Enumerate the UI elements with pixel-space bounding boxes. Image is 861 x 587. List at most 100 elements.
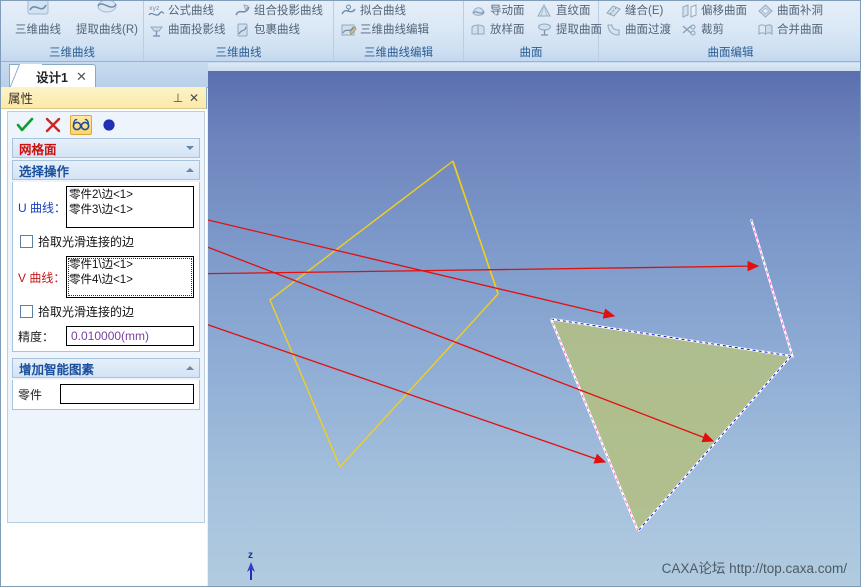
ribbon-item-wrap-curve[interactable]: 包裹曲线 [234,22,300,38]
ribbon-item-loft-surface[interactable]: 放样面 [470,22,525,38]
svg-text:xyz: xyz [149,5,159,12]
ribbon-item-label: 缝合(E) [625,5,664,17]
part-label: 零件 [18,387,43,402]
list-item[interactable]: 零件2\边<1> [69,188,191,203]
ribbon-item-formula-curve[interactable]: xyz 公式曲线 [148,3,214,19]
list-item[interactable]: 零件4\边<1> [69,273,191,288]
u-curve-row: U 曲线： 零件2\边<1> 零件3\边<1> [18,186,194,228]
formula-curve-icon: xyz [148,3,165,19]
ribbon-item-extract-surface[interactable]: 提取曲面 [536,22,602,38]
ribbon-item-label: 提取曲面 [556,24,602,36]
extract-surface-icon [536,22,553,38]
v-smooth-edge-label: 拾取光滑连接的边 [38,305,135,319]
3d-curve-icon [23,1,53,23]
ribbon-item-fit-curve[interactable]: 拟合曲线 [340,3,406,19]
ribbon-group-surface: 导动面 放样面 直纹面 提取曲面 曲面 [464,1,602,61]
ribbon-item-sweep-surface[interactable]: 导动面 [470,3,525,19]
ribbon-item-label: 裁剪 [701,24,724,36]
ribbon-item-label: 提取曲线(R) [76,24,138,36]
property-panel-titlebar: 属性 ⊥ ✕ [1,87,206,109]
v-curve-listbox[interactable]: 零件1\边<1> 零件4\边<1> [66,256,194,298]
section-body-select-operation: U 曲线： 零件2\边<1> 零件3\边<1> 拾取光滑连接的边 V 曲线： 零… [12,182,200,352]
ribbon-item-label: 三维曲线 [15,24,61,36]
ribbon-item-label: 包裹曲线 [254,24,300,36]
chevron-down-icon[interactable] [186,146,194,150]
ribbon-item-ruled-surface[interactable]: 直纹面 [536,3,591,19]
section-header-select-operation[interactable]: 选择操作 [12,160,200,180]
loft-surface-icon [470,22,487,38]
feature-header-mesh-surface[interactable]: 网格面 [12,138,200,158]
feature-header-label: 网格面 [19,142,57,157]
ribbon-item-trim[interactable]: 裁剪 [681,22,724,38]
section-header-label: 选择操作 [19,164,70,179]
ribbon-item-surface-blend[interactable]: 曲面过渡 [605,22,671,38]
v-curve-row: V 曲线： 零件1\边<1> 零件4\边<1> [18,256,194,298]
ribbon-item-label: 公式曲线 [168,5,214,17]
ribbon-item-label: 拟合曲线 [360,5,406,17]
list-item[interactable]: 零件3\边<1> [69,203,191,218]
property-panel-body: 网格面 选择操作 U 曲线： 零件2\边<1> 零件3\边<1> 拾取光滑连接的… [1,109,207,586]
ruled-surface-icon [536,3,553,19]
ribbon-group-title: 三维曲线 [49,47,95,59]
chevron-up-icon[interactable] [186,366,194,370]
ribbon-item-label: 曲面补洞 [777,5,823,17]
ribbon-item-label: 导动面 [490,5,525,17]
ribbon-item-label: 偏移曲面 [701,5,747,17]
ribbon-group-title: 曲面编辑 [707,47,754,59]
ribbon-item-merge-surface[interactable]: 合并曲面 [757,22,823,38]
close-icon[interactable]: ✕ [76,69,87,85]
cancel-cross-icon[interactable] [42,115,64,135]
ribbon-item-patch-hole[interactable]: 曲面补洞 [757,3,823,19]
property-command-bar [8,112,204,138]
merge-surface-icon [757,22,774,38]
ribbon-item-extract-curve[interactable]: 提取曲线(R) [71,1,143,37]
curve-yellow-2 [452,161,499,294]
ribbon-item-3d-curve[interactable]: 三维曲线 [7,1,69,37]
axis-indicator: z [240,550,274,582]
ribbon-group-title: 曲面 [519,47,543,59]
ribbon-item-offset-surface[interactable]: 偏移曲面 [681,3,747,19]
precision-row: 精度： 0.010000(mm) [18,326,194,346]
u-smooth-edge-checkbox[interactable] [20,235,33,248]
v-smooth-edge-row[interactable]: 拾取光滑连接的边 [20,303,194,320]
u-curve-listbox[interactable]: 零件2\边<1> 零件3\边<1> [66,186,194,228]
precision-value: 0.010000(mm) [71,329,150,343]
selection-arrow-4 [208,324,607,464]
ribbon-item-combined-projection-curve[interactable]: 组合投影曲线 [234,3,323,19]
ribbon-item-edit-3d-curve[interactable]: 三维曲线编辑 [340,22,429,38]
watermark-text: CAXA论坛 http://top.caxa.com/ [661,561,847,576]
ribbon-item-label: 合并曲面 [777,24,823,36]
chevron-up-icon[interactable] [186,168,194,172]
ribbon-item-label: 曲面过渡 [625,24,671,36]
extract-curve-icon [92,1,122,23]
blue-dot-icon[interactable] [98,115,120,135]
v-smooth-edge-checkbox[interactable] [20,305,33,318]
selection-arrow-3 [208,260,760,275]
section-header-add-smart-element[interactable]: 增加智能图素 [12,358,200,378]
edit-3d-curve-icon [340,22,357,38]
confirm-check-icon[interactable] [14,115,36,135]
u-curve-label: U 曲线： [18,200,67,215]
viewport-top-edge [208,63,860,71]
precision-label: 精度： [18,329,55,344]
ribbon-item-stitch[interactable]: 缝合(E) [605,3,663,19]
u-smooth-edge-label: 拾取光滑连接的边 [38,235,135,249]
part-input[interactable] [60,384,194,404]
ribbon-item-label: 组合投影曲线 [254,5,323,17]
3d-viewport[interactable]: z CAXA论坛 http://top.caxa.com/ [208,71,860,586]
sweep-surface-icon [470,3,487,19]
close-icon[interactable]: ✕ [186,91,202,105]
surface-projection-line-icon [148,22,165,38]
fit-curve-icon [340,3,357,19]
u-smooth-edge-row[interactable]: 拾取光滑连接的边 [20,233,194,250]
property-panel: 属性 ⊥ ✕ 网格面 选择操作 U 曲线： 零件2\边<1> 零件3\边<1> … [1,87,207,586]
pin-icon[interactable]: ⊥ [170,91,186,105]
viewport-geometry [208,160,795,532]
application-window: 三维曲线 提取曲线(R) 三维曲线 xyz 公式曲线 曲面投影线 组合投影曲线 … [0,0,861,587]
document-tab-design1[interactable]: 设计1 ✕ [9,64,96,88]
precision-input[interactable]: 0.010000(mm) [66,326,194,346]
list-item[interactable]: 零件1\边<1> [69,258,191,273]
ribbon-item-surface-projection-line[interactable]: 曲面投影线 [148,22,226,38]
glasses-preview-icon[interactable] [70,115,92,135]
section-header-label: 增加智能图素 [19,362,95,377]
